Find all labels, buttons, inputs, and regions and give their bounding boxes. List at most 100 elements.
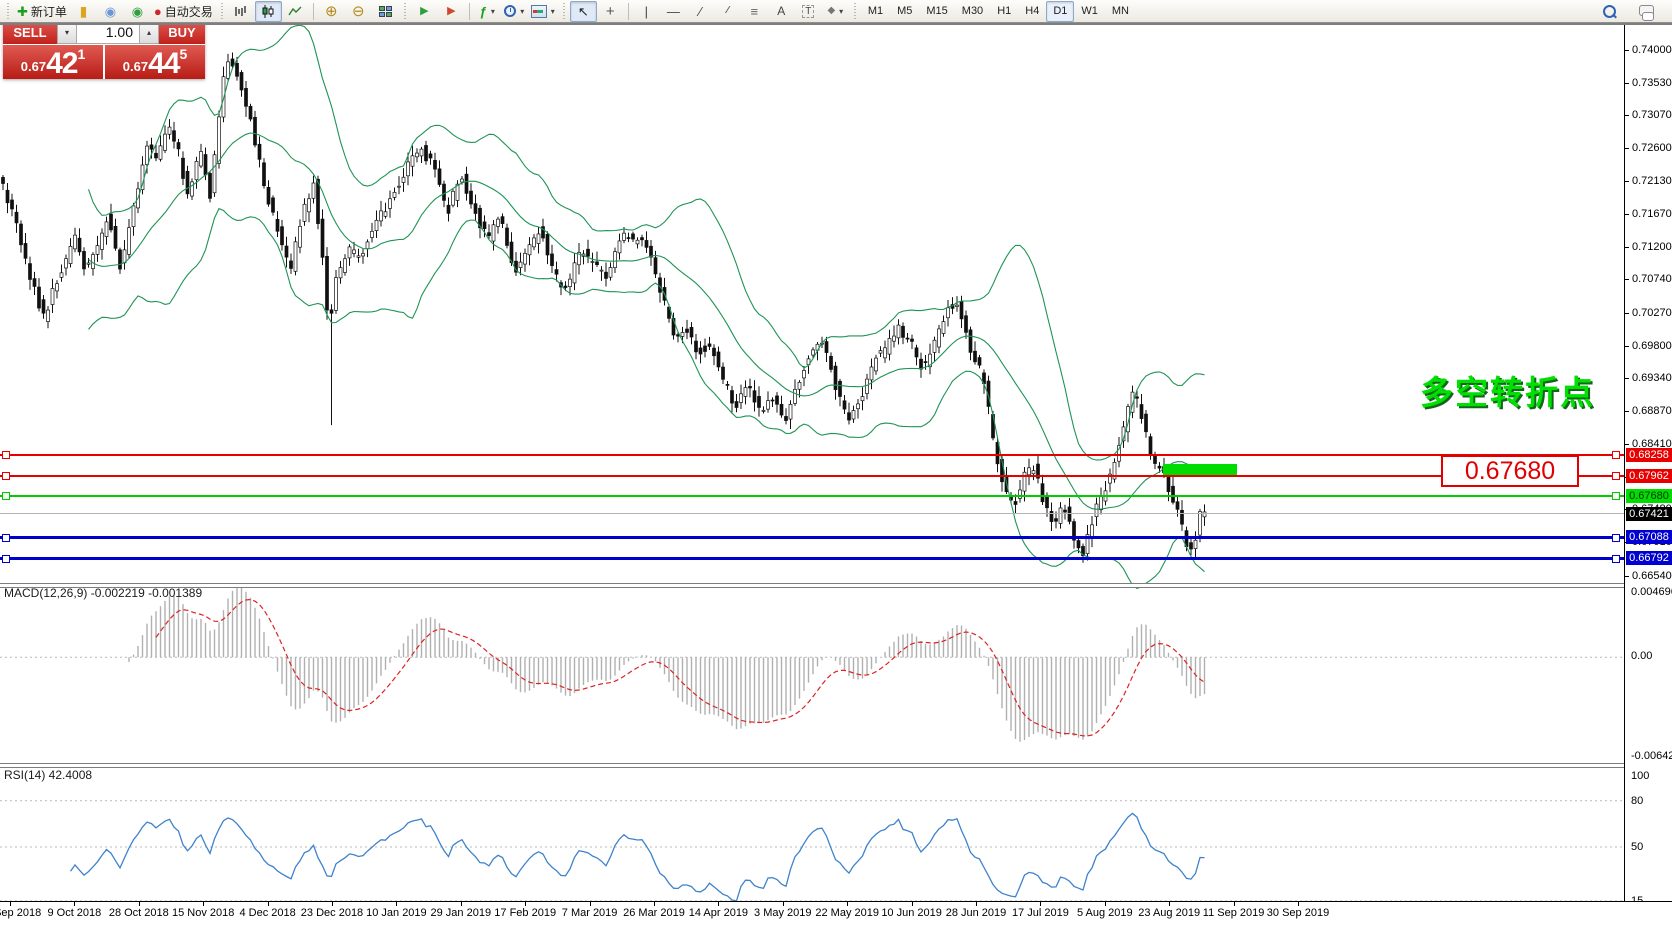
date-tick <box>396 902 397 906</box>
ask-price[interactable]: 0.67 44 5 <box>105 45 205 79</box>
hline-0.67962[interactable] <box>0 475 1624 477</box>
bid-pip-digit: 1 <box>77 46 85 62</box>
chart-shift-button[interactable]: ▶ <box>438 1 465 22</box>
date-tick <box>268 902 269 906</box>
indicators-button[interactable]: ƒ ▾ <box>474 1 501 22</box>
bar-chart-icon <box>234 5 248 18</box>
toolbar-grip[interactable] <box>852 3 858 20</box>
toolbar-grip[interactable] <box>5 3 11 20</box>
price-tick <box>1625 279 1629 280</box>
date-tick <box>912 902 913 906</box>
mql5-community-button[interactable]: ◉ <box>97 1 124 22</box>
new-order-button[interactable]: ✚ 新订单 <box>14 1 70 22</box>
line-handle[interactable] <box>1612 472 1620 480</box>
bid-big-digits: 42 <box>46 51 77 77</box>
price-level-label-0.67962: 0.67962 <box>1626 469 1672 483</box>
templates-button[interactable]: ▾ <box>528 1 558 22</box>
fibonacci-icon: ≡ <box>751 5 759 18</box>
new-order-icon: ✚ <box>17 5 28 18</box>
zoom-in-button[interactable]: ⊕ <box>318 1 345 22</box>
trendline-button[interactable]: ∕ <box>687 1 714 22</box>
tile-windows-button[interactable] <box>372 1 399 22</box>
date-tick <box>590 902 591 906</box>
signals-button[interactable]: ◉ <box>124 1 151 22</box>
toolbar-grip[interactable] <box>402 3 408 20</box>
line-handle[interactable] <box>2 492 10 500</box>
candlestick-icon <box>261 5 275 18</box>
price-tick-label: 0.69340 <box>1632 372 1672 385</box>
hline-0.66792[interactable] <box>0 557 1624 560</box>
price-level-label-0.68258: 0.68258 <box>1626 448 1672 462</box>
text-button[interactable]: A <box>768 1 795 22</box>
shapes-button[interactable]: ◆ ▾ <box>822 1 849 22</box>
date-tick <box>783 902 784 906</box>
auto-scroll-button[interactable]: ▶ <box>411 1 438 22</box>
hline-0.68258[interactable] <box>0 454 1624 456</box>
bid-price[interactable]: 0.67 42 1 <box>3 45 103 79</box>
price-axis[interactable]: 0.740000.735300.730700.726000.721300.716… <box>1624 0 1672 901</box>
price-tick-label: 0.66540 <box>1632 570 1672 583</box>
bar-chart-button[interactable] <box>228 1 255 22</box>
periods-button[interactable]: ▾ <box>501 1 528 22</box>
hline-0.67680[interactable] <box>0 495 1624 497</box>
toolbar-grip[interactable] <box>219 3 225 20</box>
periods-icon <box>504 5 516 17</box>
mql5-market-button[interactable]: ▮ <box>70 1 97 22</box>
text-label-button[interactable]: T <box>795 1 822 22</box>
price-level-label-0.67421: 0.67421 <box>1626 507 1672 521</box>
horizontal-line-button[interactable]: — <box>660 1 687 22</box>
bid-prefix: 0.67 <box>21 59 46 74</box>
crosshair-icon: + <box>606 4 615 19</box>
auto-trading-button[interactable]: ● 自动交易 <box>151 1 216 22</box>
candlestick-chart <box>0 0 1672 947</box>
macd-axis-min: -0.006427 <box>1631 750 1672 762</box>
price-tick-label: 0.73070 <box>1632 109 1672 122</box>
panel-separator-rsi[interactable] <box>0 763 1672 768</box>
cursor-button[interactable]: ↖ <box>570 1 597 22</box>
timeframe-button-D1[interactable]: D1 <box>1046 1 1074 22</box>
ask-big-digits: 44 <box>148 51 179 77</box>
price-level-label-0.67680: 0.67680 <box>1626 489 1672 503</box>
timeframe-button-M30[interactable]: M30 <box>955 1 990 22</box>
price-tick <box>1625 313 1629 314</box>
line-handle[interactable] <box>1612 534 1620 542</box>
date-tick <box>139 902 140 906</box>
toolbar: ✚ 新订单 ▮ ◉ ◉ ● 自动交易 ⊕ ⊖ <box>0 0 1672 23</box>
line-handle[interactable] <box>1612 451 1620 459</box>
crosshair-button[interactable]: + <box>597 1 624 22</box>
line-handle[interactable] <box>2 451 10 459</box>
horizontal-line-icon: — <box>667 5 680 18</box>
timeframe-button-M1[interactable]: M1 <box>861 1 890 22</box>
line-handle[interactable] <box>2 534 10 542</box>
price-tick-label: 0.70270 <box>1632 307 1672 320</box>
price-tick <box>1625 50 1629 51</box>
line-handle[interactable] <box>1612 492 1620 500</box>
timeframe-button-W1[interactable]: W1 <box>1074 1 1105 22</box>
hline-0.67421[interactable] <box>0 513 1624 514</box>
timeframe-button-M15[interactable]: M15 <box>919 1 954 22</box>
hline-0.67088[interactable] <box>0 536 1624 539</box>
timeframe-button-MN[interactable]: MN <box>1105 1 1136 22</box>
search-button[interactable] <box>1596 1 1623 22</box>
zoom-out-button[interactable]: ⊖ <box>345 1 372 22</box>
time-axis[interactable]: 20 Sep 20189 Oct 201828 Oct 201815 Nov 2… <box>0 901 1672 923</box>
line-handle[interactable] <box>2 472 10 480</box>
price-level-tag[interactable]: 0.67680 <box>1441 455 1579 487</box>
line-handle[interactable] <box>1612 555 1620 563</box>
panel-separator-macd[interactable] <box>0 583 1672 588</box>
price-level-label-0.67088: 0.67088 <box>1626 530 1672 544</box>
timeframe-button-H1[interactable]: H1 <box>990 1 1018 22</box>
toolbar-grip[interactable] <box>561 3 567 20</box>
highlight-bar[interactable] <box>1163 464 1237 475</box>
one-click-trading-panel: SELL ▾ ▴ BUY 0.67 42 1 0.67 44 5 <box>3 20 205 79</box>
fibonacci-button[interactable]: ≡ <box>741 1 768 22</box>
chat-button[interactable] <box>1633 1 1660 22</box>
line-chart-button[interactable] <box>282 1 309 22</box>
candlestick-button[interactable] <box>255 1 282 22</box>
vertical-line-button[interactable]: | <box>633 1 660 22</box>
timeframe-button-H4[interactable]: H4 <box>1018 1 1046 22</box>
channel-button[interactable]: ∕∕ <box>714 1 741 22</box>
timeframe-button-M5[interactable]: M5 <box>890 1 919 22</box>
line-handle[interactable] <box>2 555 10 563</box>
chart-annotation-text[interactable]: 多空转折点 <box>1420 366 1595 414</box>
